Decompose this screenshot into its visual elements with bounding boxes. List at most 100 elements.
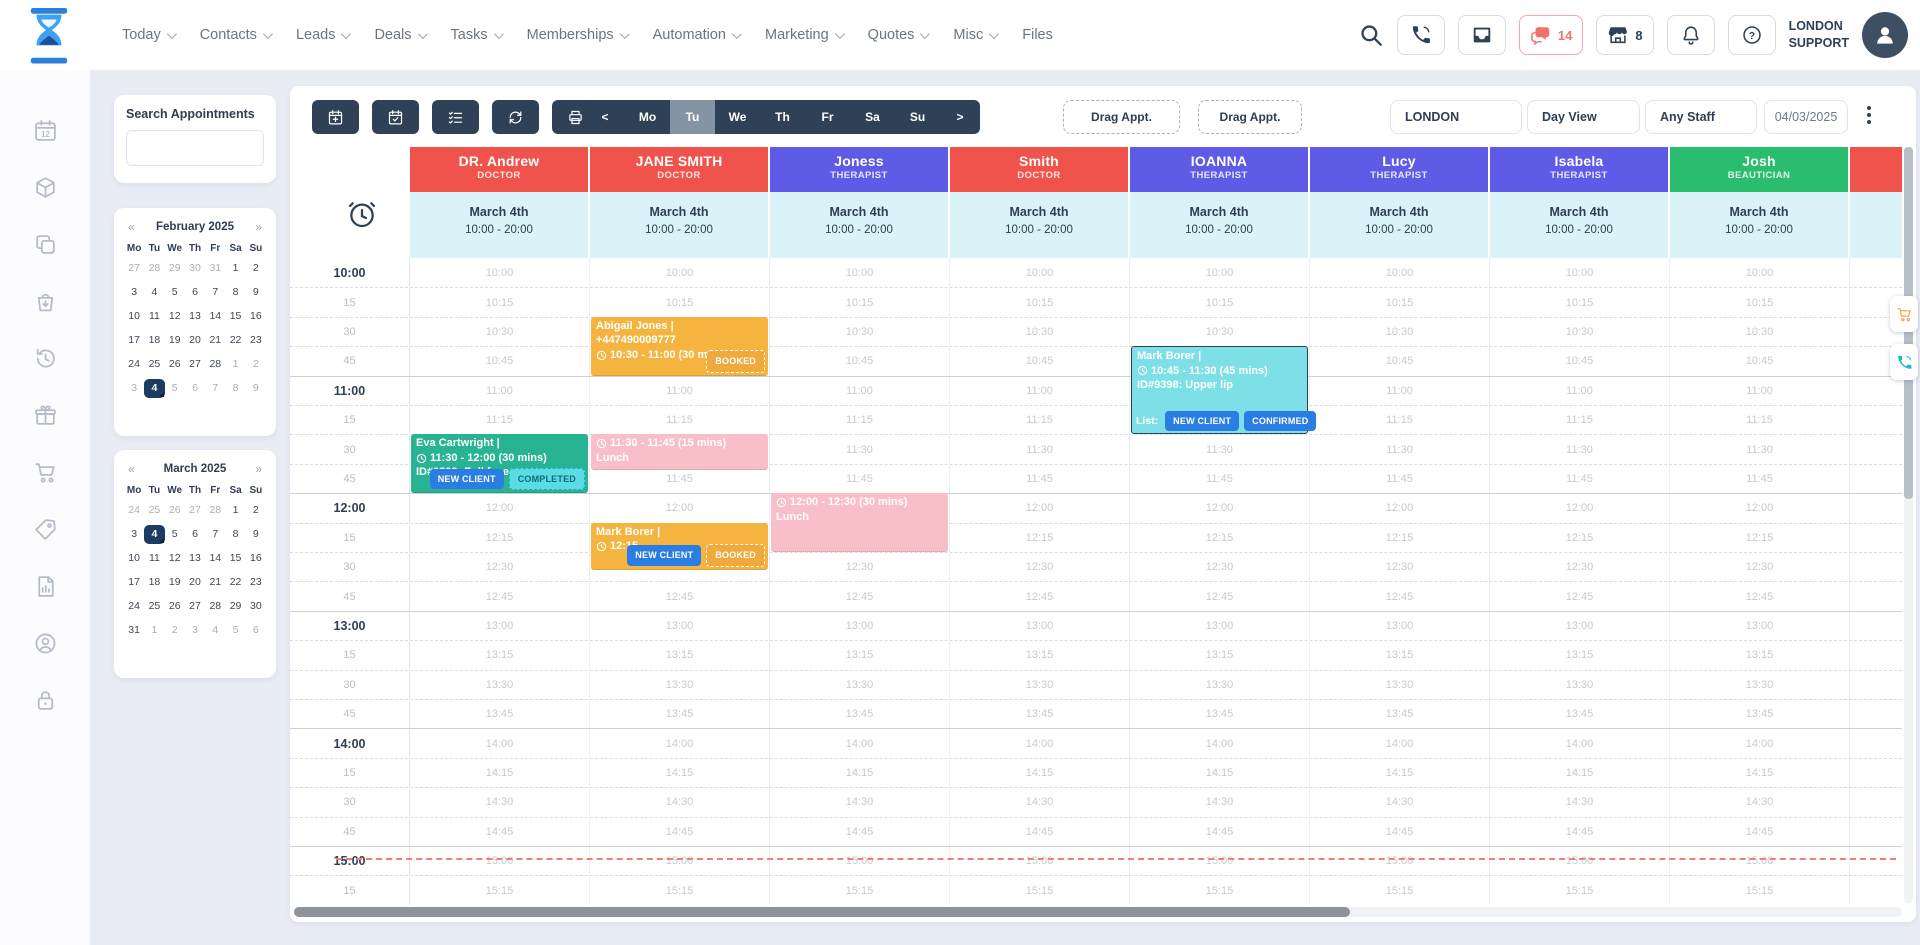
time-slot[interactable]: 12:30 bbox=[1490, 553, 1670, 581]
calendar-day[interactable]: 26 bbox=[165, 597, 185, 616]
calendar-day[interactable]: 10 bbox=[124, 307, 144, 326]
calendar-day[interactable]: 29 bbox=[225, 597, 245, 616]
floating-phone-call-button[interactable] bbox=[1890, 344, 1918, 380]
calendar-day[interactable]: 18 bbox=[144, 331, 164, 350]
time-slot[interactable]: 14:15 bbox=[410, 759, 590, 787]
time-slot[interactable]: 13:45 bbox=[1310, 700, 1490, 728]
time-slot[interactable]: 11:15 bbox=[770, 406, 950, 434]
calendar-day[interactable]: 11 bbox=[144, 549, 164, 568]
calendar-day[interactable]: 20 bbox=[185, 331, 205, 350]
time-slot[interactable]: 11:45 bbox=[770, 465, 950, 493]
time-slot[interactable]: 10:45 bbox=[410, 347, 590, 375]
horizontal-scrollbar-thumb[interactable] bbox=[294, 907, 1350, 917]
staff-column-josh[interactable]: JoshBEAUTICIAN bbox=[1670, 147, 1848, 192]
calendar-day[interactable]: 30 bbox=[246, 597, 266, 616]
time-slot[interactable]: 14:30 bbox=[770, 788, 950, 816]
time-slot[interactable]: 11:45 bbox=[1130, 465, 1310, 493]
staff-column-smith[interactable]: SmithDOCTOR bbox=[950, 147, 1128, 192]
calendar-day[interactable]: 19 bbox=[165, 573, 185, 592]
time-slot[interactable]: 15:00 bbox=[590, 847, 770, 875]
calendar-day[interactable]: 17 bbox=[124, 573, 144, 592]
vertical-scrollbar[interactable] bbox=[1904, 147, 1913, 903]
nav-item-misc[interactable]: Misc bbox=[953, 27, 996, 43]
staff-date-cell[interactable]: March 4th10:00 - 20:00 bbox=[410, 192, 589, 258]
time-slot[interactable]: 14:45 bbox=[1310, 818, 1490, 846]
time-slot[interactable]: 10:00 bbox=[410, 258, 590, 287]
nav-item-leads[interactable]: Leads bbox=[296, 27, 349, 43]
time-slot[interactable]: 13:00 bbox=[1490, 612, 1670, 640]
appointment[interactable]: Eva Cartwright |11:30 - 12:00 (30 mins)I… bbox=[411, 434, 588, 493]
time-slot[interactable]: 10:30 bbox=[770, 318, 950, 346]
time-slot[interactable]: 13:15 bbox=[1670, 641, 1850, 669]
time-slot[interactable]: 10:15 bbox=[1670, 288, 1850, 316]
history-icon[interactable] bbox=[33, 346, 58, 371]
time-slot[interactable]: 13:30 bbox=[1670, 671, 1850, 699]
calendar-day[interactable]: 7 bbox=[205, 525, 225, 544]
appointment[interactable]: Mark Borer |10:45 - 11:30 (45 mins)ID#93… bbox=[1131, 346, 1308, 434]
time-slot[interactable]: 14:00 bbox=[410, 729, 590, 757]
time-slot[interactable]: 12:45 bbox=[1670, 582, 1850, 610]
nav-item-deals[interactable]: Deals bbox=[374, 27, 424, 43]
time-slot[interactable]: 11:15 bbox=[1670, 406, 1850, 434]
filter-any-staff[interactable]: Any Staff bbox=[1645, 100, 1757, 134]
time-slot[interactable]: 12:15 bbox=[1130, 524, 1310, 552]
calendar-day[interactable]: 5 bbox=[165, 525, 185, 544]
inbox-button[interactable] bbox=[1458, 15, 1506, 55]
staff-date-cell[interactable]: March 4th10:00 - 20:00 bbox=[1490, 192, 1669, 258]
calendar-day[interactable]: 1 bbox=[144, 621, 164, 640]
time-slot[interactable]: 11:00 bbox=[770, 377, 950, 405]
prev-month-button[interactable]: « bbox=[128, 462, 135, 476]
time-slot[interactable]: 14:30 bbox=[1130, 788, 1310, 816]
time-slot[interactable]: 10:00 bbox=[770, 258, 950, 287]
time-slot[interactable]: 11:15 bbox=[1490, 406, 1670, 434]
time-slot[interactable]: 11:30 bbox=[1310, 435, 1490, 463]
takeaway-bag-icon[interactable] bbox=[33, 289, 58, 314]
time-slot[interactable]: 14:45 bbox=[1130, 818, 1310, 846]
new-appointment-button[interactable] bbox=[312, 100, 359, 134]
time-slot[interactable]: 14:45 bbox=[770, 818, 950, 846]
staff-column-dr-andrew[interactable]: DR. AndrewDOCTOR bbox=[410, 147, 588, 192]
time-slot[interactable]: 10:45 bbox=[1490, 347, 1670, 375]
drag-appointment-button[interactable]: Drag Appt. bbox=[1198, 100, 1302, 134]
next-month-button[interactable]: » bbox=[255, 220, 262, 234]
calendar-day[interactable]: 22 bbox=[225, 573, 245, 592]
time-slot[interactable]: 10:30 bbox=[1490, 318, 1670, 346]
staff-column-lucy[interactable]: LucyTHERAPIST bbox=[1310, 147, 1488, 192]
horizontal-scrollbar[interactable] bbox=[294, 907, 1902, 917]
time-slot[interactable]: 11:00 bbox=[1670, 377, 1850, 405]
calendar-day[interactable]: 11 bbox=[144, 307, 164, 326]
prev-day-button[interactable]: < bbox=[585, 100, 625, 134]
nav-item-contacts[interactable]: Contacts bbox=[200, 27, 270, 43]
time-slot[interactable]: 15:15 bbox=[1490, 876, 1670, 904]
more-options-button[interactable] bbox=[1862, 106, 1876, 124]
appointment[interactable]: Mark Borer |12:15 -NEW CLIENTBOOKED bbox=[591, 523, 768, 570]
task-list-button[interactable] bbox=[432, 100, 479, 134]
time-slot[interactable]: 12:45 bbox=[770, 582, 950, 610]
time-slot[interactable]: 10:45 bbox=[1310, 347, 1490, 375]
appointment[interactable]: 12:00 - 12:30 (30 mins)Lunch bbox=[771, 493, 948, 552]
time-slot[interactable]: 11:45 bbox=[1670, 465, 1850, 493]
time-slot[interactable]: 13:45 bbox=[950, 700, 1130, 728]
time-slot[interactable]: 14:15 bbox=[770, 759, 950, 787]
staff-column-ioanna[interactable]: IOANNATHERAPIST bbox=[1130, 147, 1308, 192]
calendar-day[interactable]: 5 bbox=[165, 379, 185, 398]
time-slot[interactable]: 10:30 bbox=[1310, 318, 1490, 346]
time-slot[interactable]: 15:15 bbox=[1310, 876, 1490, 904]
calendar-day[interactable]: 24 bbox=[124, 597, 144, 616]
calendar-day[interactable]: 3 bbox=[185, 621, 205, 640]
calendar-day[interactable]: 30 bbox=[185, 259, 205, 278]
time-slot[interactable]: 10:00 bbox=[950, 258, 1130, 287]
appointment[interactable]: 11:30 - 11:45 (15 mins)Lunch bbox=[591, 434, 768, 470]
time-slot[interactable]: 12:30 bbox=[950, 553, 1130, 581]
calendar-day[interactable]: 31 bbox=[205, 259, 225, 278]
time-slot[interactable]: 13:00 bbox=[950, 612, 1130, 640]
time-slot[interactable]: 13:45 bbox=[410, 700, 590, 728]
time-slot[interactable]: 11:30 bbox=[950, 435, 1130, 463]
time-slot[interactable]: 14:15 bbox=[1490, 759, 1670, 787]
time-slot[interactable]: 15:00 bbox=[1310, 847, 1490, 875]
calendar-day[interactable]: 6 bbox=[185, 283, 205, 302]
time-slot[interactable]: 13:15 bbox=[590, 641, 770, 669]
time-slot[interactable]: 11:00 bbox=[590, 377, 770, 405]
calendar-day[interactable]: 27 bbox=[185, 355, 205, 374]
calendar-day[interactable]: 4 bbox=[144, 525, 164, 544]
